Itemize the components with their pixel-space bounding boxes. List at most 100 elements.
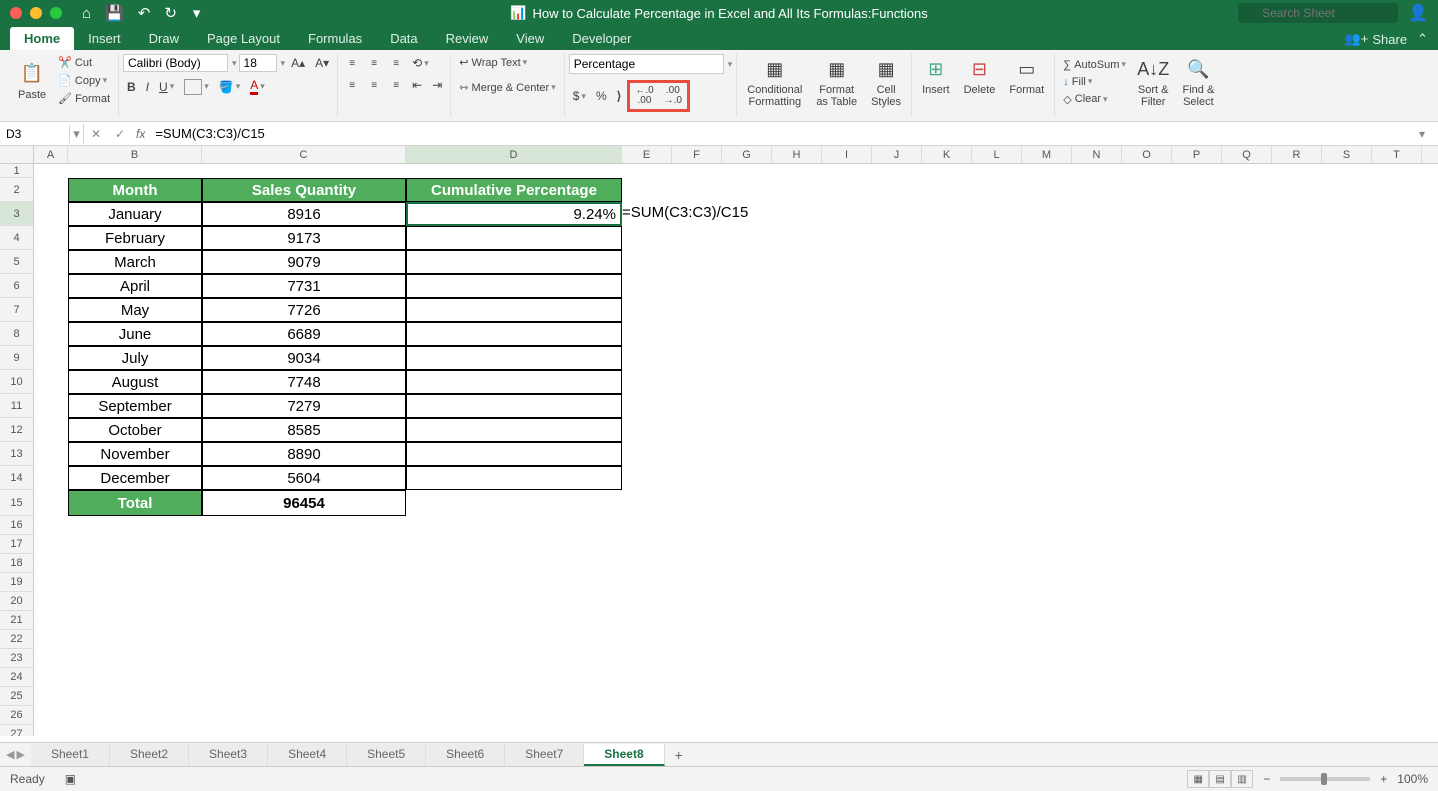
format-as-table-button[interactable]: ▦Format as Table (810, 54, 863, 110)
align-top-button[interactable]: ≡ (342, 55, 362, 71)
sheet-nav-last-icon[interactable]: ▶ (16, 748, 24, 761)
row-header-18[interactable]: 18 (0, 554, 34, 573)
row-header-1[interactable]: 1 (0, 164, 34, 178)
row-header-26[interactable]: 26 (0, 706, 34, 725)
cell-D8[interactable] (406, 322, 622, 346)
format-painter-button[interactable]: 🖌 Format (54, 90, 114, 107)
cell-B2[interactable]: Month (68, 178, 202, 202)
cell-B6[interactable]: April (68, 274, 202, 298)
zoom-slider[interactable] (1280, 777, 1370, 781)
col-header-S[interactable]: S (1322, 146, 1372, 163)
sort-filter-button[interactable]: A↓ZSort & Filter (1132, 54, 1175, 110)
col-header-P[interactable]: P (1172, 146, 1222, 163)
col-header-A[interactable]: A (34, 146, 68, 163)
number-format-select[interactable] (569, 54, 724, 74)
sheet-tab-sheet4[interactable]: Sheet4 (268, 744, 347, 766)
cell-C13[interactable]: 8890 (202, 442, 406, 466)
page-layout-view-button[interactable]: ▤ (1209, 770, 1231, 788)
share-button[interactable]: 👥+ Share ⌃ (1335, 28, 1438, 50)
cell-D11[interactable] (406, 394, 622, 418)
cell-B11[interactable]: September (68, 394, 202, 418)
cell-D7[interactable] (406, 298, 622, 322)
macro-record-icon[interactable]: ▣ (65, 772, 76, 786)
cell-B12[interactable]: October (68, 418, 202, 442)
name-box[interactable] (0, 125, 70, 143)
tab-insert[interactable]: Insert (74, 27, 135, 50)
cell-C12[interactable]: 8585 (202, 418, 406, 442)
cell-B3[interactable]: January (68, 202, 202, 226)
cell-C2[interactable]: Sales Quantity (202, 178, 406, 202)
cell-C7[interactable]: 7726 (202, 298, 406, 322)
comma-style-button[interactable]: ⟩ (613, 87, 626, 105)
currency-button[interactable]: $▾ (569, 87, 590, 105)
spreadsheet-grid[interactable]: ABCDEFGHIJKLMNOPQRST 1234567891011121314… (0, 146, 1438, 736)
align-bottom-button[interactable]: ≡ (386, 55, 406, 71)
row-header-10[interactable]: 10 (0, 370, 34, 394)
page-break-view-button[interactable]: ▥ (1231, 770, 1253, 788)
col-header-L[interactable]: L (972, 146, 1022, 163)
cell-D12[interactable] (406, 418, 622, 442)
zoom-out-button[interactable]: − (1263, 772, 1270, 786)
col-header-F[interactable]: F (672, 146, 722, 163)
save-icon[interactable]: 💾 (105, 4, 124, 22)
wrap-text-button[interactable]: ↩ Wrap Text▾ (455, 54, 559, 71)
col-header-E[interactable]: E (622, 146, 672, 163)
row-header-9[interactable]: 9 (0, 346, 34, 370)
sheet-nav-first-icon[interactable]: ◀ (6, 748, 14, 761)
redo-icon[interactable]: ↻ (164, 4, 177, 22)
row-header-15[interactable]: 15 (0, 490, 34, 516)
maximize-window-icon[interactable] (50, 7, 62, 19)
zoom-level[interactable]: 100% (1397, 772, 1428, 786)
close-window-icon[interactable] (10, 7, 22, 19)
cell-B9[interactable]: July (68, 346, 202, 370)
align-right-button[interactable]: ≡ (386, 77, 406, 93)
cell-D6[interactable] (406, 274, 622, 298)
sheet-tab-sheet3[interactable]: Sheet3 (189, 744, 268, 766)
search-sheet-wrap[interactable] (1238, 3, 1398, 23)
increase-font-button[interactable]: A▴ (287, 54, 309, 72)
row-header-13[interactable]: 13 (0, 442, 34, 466)
align-middle-button[interactable]: ≡ (364, 55, 384, 71)
row-header-3[interactable]: 3 (0, 202, 34, 226)
row-header-20[interactable]: 20 (0, 592, 34, 611)
sheet-tab-sheet8[interactable]: Sheet8 (584, 744, 664, 766)
increase-indent-button[interactable]: ⇥ (428, 76, 446, 94)
percent-button[interactable]: % (592, 87, 611, 105)
cell-B13[interactable]: November (68, 442, 202, 466)
row-header-4[interactable]: 4 (0, 226, 34, 250)
cell-D13[interactable] (406, 442, 622, 466)
tab-review[interactable]: Review (432, 27, 503, 50)
bold-button[interactable]: B (123, 78, 140, 96)
tab-draw[interactable]: Draw (135, 27, 193, 50)
underline-button[interactable]: U▾ (155, 78, 178, 96)
cell-D3[interactable]: 9.24% (406, 202, 622, 226)
cell-C9[interactable]: 9034 (202, 346, 406, 370)
sheet-tab-sheet7[interactable]: Sheet7 (505, 744, 584, 766)
font-color-button[interactable]: A▾ (246, 76, 269, 97)
cell-B14[interactable]: December (68, 466, 202, 490)
tab-developer[interactable]: Developer (558, 27, 645, 50)
row-header-14[interactable]: 14 (0, 466, 34, 490)
row-header-7[interactable]: 7 (0, 298, 34, 322)
align-left-button[interactable]: ≡ (342, 77, 362, 93)
col-header-M[interactable]: M (1022, 146, 1072, 163)
user-icon[interactable]: 👤 (1408, 3, 1428, 23)
formula-input[interactable] (149, 124, 1410, 143)
row-header-19[interactable]: 19 (0, 573, 34, 592)
col-header-B[interactable]: B (68, 146, 202, 163)
font-size-select[interactable] (239, 54, 277, 72)
format-cells-button[interactable]: ▭Format (1003, 54, 1050, 98)
decrease-decimal-button[interactable]: .00→.0 (660, 84, 686, 108)
select-all-corner[interactable] (0, 146, 34, 164)
cell-styles-button[interactable]: ▦Cell Styles (865, 54, 907, 110)
insert-cells-button[interactable]: ⊞Insert (916, 54, 956, 98)
sheet-tab-sheet2[interactable]: Sheet2 (110, 744, 189, 766)
row-header-23[interactable]: 23 (0, 649, 34, 668)
row-header-17[interactable]: 17 (0, 535, 34, 554)
row-header-16[interactable]: 16 (0, 516, 34, 535)
cell-D5[interactable] (406, 250, 622, 274)
cell-D10[interactable] (406, 370, 622, 394)
cell-C6[interactable]: 7731 (202, 274, 406, 298)
col-header-O[interactable]: O (1122, 146, 1172, 163)
cell-D2[interactable]: Cumulative Percentage (406, 178, 622, 202)
